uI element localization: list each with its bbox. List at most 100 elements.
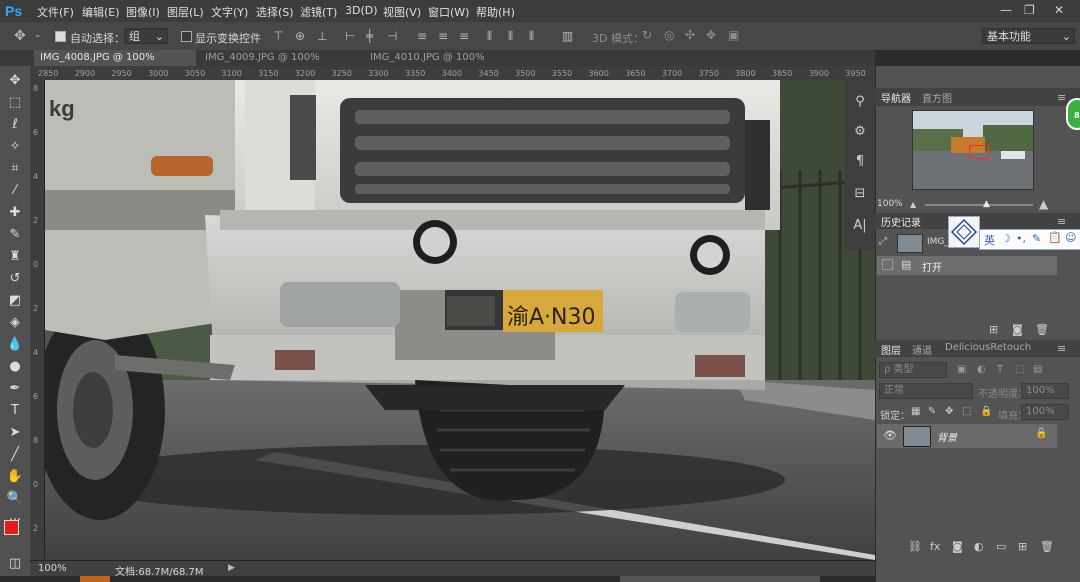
history-brush-icon[interactable]: ↺ (0, 271, 30, 286)
navigator-zoom-slider[interactable] (925, 204, 1033, 206)
menu-window[interactable]: 窗口(W) (428, 4, 469, 20)
auto-align-icon[interactable]: ▥ (562, 29, 573, 43)
lock-image-icon[interactable]: ✎ (928, 406, 936, 417)
restore-button[interactable]: ❐ (1024, 3, 1035, 17)
type-tool-icon[interactable]: T (0, 403, 30, 418)
adjust-icon[interactable]: ⚙ (845, 124, 875, 139)
ime-tool-icon[interactable]: ✎ (1032, 232, 1041, 245)
tab-layers[interactable]: 图层 (881, 342, 901, 357)
filter-adjust-icon[interactable]: ◐ (977, 364, 986, 375)
history-brush-source-icon[interactable]: ⤢ (879, 236, 887, 247)
align-right-icon[interactable]: ⊣ (387, 29, 397, 43)
character-icon[interactable]: A| (845, 218, 875, 233)
lock-position-icon[interactable]: ✥ (945, 406, 953, 417)
distribute-left-icon[interactable]: ⫴ (487, 29, 492, 44)
history-menu-icon[interactable]: ≡ (1057, 215, 1066, 228)
move-tool-icon[interactable]: ✥ (0, 73, 30, 88)
layer-name[interactable]: 背景 (937, 429, 957, 444)
navigator-view-box[interactable] (969, 145, 989, 159)
distribute-bottom-icon[interactable]: ≡ (459, 29, 469, 43)
trash-icon[interactable]: 🗑 (1035, 323, 1049, 336)
distribute-top-icon[interactable]: ≡ (417, 29, 427, 43)
lock-all-icon[interactable]: 🔒 (980, 406, 992, 417)
hand-tool-icon[interactable]: ✋ (0, 469, 30, 484)
performance-badge[interactable]: 80 (1066, 98, 1080, 130)
history-step-open[interactable]: ▤ 打开 (877, 256, 1057, 275)
delete-layer-icon[interactable]: 🗑 (1040, 540, 1054, 553)
filter-smart-icon[interactable]: ▤ (1033, 364, 1042, 375)
blur-tool-icon[interactable]: 💧 (0, 337, 30, 352)
3d-scale-icon[interactable]: ▣ (728, 28, 739, 42)
brush-preset-icon[interactable]: ⚲ (845, 94, 875, 109)
menu-select[interactable]: 选择(S) (256, 4, 294, 20)
3d-pan-icon[interactable]: ✣ (685, 28, 695, 42)
menu-image[interactable]: 图像(I) (126, 4, 160, 20)
ime-clipboard-icon[interactable]: 📋 (1048, 231, 1062, 244)
horizontal-scrollbar[interactable] (0, 576, 875, 582)
new-layer-icon[interactable]: ⊞ (1018, 540, 1027, 553)
distribute-right-icon[interactable]: ⫴ (529, 29, 534, 44)
blend-mode-dropdown[interactable]: 正常 (879, 383, 973, 399)
layer-row-background[interactable]: 👁 背景 🔒 (877, 424, 1057, 448)
3d-slide-icon[interactable]: ✥ (706, 28, 716, 42)
filter-shape-icon[interactable]: ⬚ (1015, 364, 1024, 375)
distribute-hcenter-icon[interactable]: ⫴ (508, 29, 513, 44)
clone-stamp-icon[interactable]: ♜ (0, 249, 30, 264)
line-tool-icon[interactable]: ╱ (0, 447, 30, 462)
align-hcenter-icon[interactable]: ╪ (366, 29, 373, 43)
ime-logo-icon[interactable] (948, 216, 980, 248)
align-bottom-icon[interactable]: ⊥ (317, 29, 327, 43)
show-transform-checkbox[interactable] (181, 31, 192, 42)
tab-delicious-retouch[interactable]: DeliciousRetouch (945, 342, 1031, 353)
adjustment-layer-icon[interactable]: ◐ (974, 540, 984, 553)
paint-bucket-icon[interactable]: ◈ (0, 315, 30, 330)
tab-img-4010[interactable]: IMG_4010.JPG @ 100%(RGB/8*)× (364, 50, 528, 79)
menu-layer[interactable]: 图层(L) (167, 4, 204, 20)
lock-artboard-icon[interactable]: ⬚ (962, 406, 971, 417)
align-top-icon[interactable]: ⊤ (273, 29, 283, 43)
navigator-thumbnail[interactable] (912, 110, 1034, 190)
layer-filter-dropdown[interactable]: ρ 类型 (879, 362, 947, 378)
marquee-tool-icon[interactable]: ⬚ (0, 95, 30, 110)
distribute-vcenter-icon[interactable]: ≡ (438, 29, 448, 43)
camera-icon[interactable]: ◙ (1012, 323, 1023, 336)
tool-preset-chevron-icon[interactable]: ⌄ (34, 30, 42, 40)
magic-wand-icon[interactable]: ✧ (0, 139, 30, 154)
align-vcenter-icon[interactable]: ⊕ (295, 29, 305, 43)
foreground-color-swatch[interactable] (4, 520, 19, 535)
new-group-icon[interactable]: ▭ (996, 540, 1006, 553)
zoom-in-icon[interactable]: ▲ (1039, 197, 1048, 211)
menu-3d[interactable]: 3D(D) (345, 4, 378, 17)
eraser-tool-icon[interactable]: ◩ (0, 293, 30, 308)
zoom-out-icon[interactable]: ▲ (910, 200, 916, 209)
ime-smile-icon[interactable]: ☺ (1065, 231, 1076, 244)
eye-visibility-icon[interactable]: 👁 (883, 429, 897, 442)
dodge-tool-icon[interactable]: ● (0, 359, 30, 374)
tab-navigator[interactable]: 导航器 (881, 90, 911, 105)
filter-pixel-icon[interactable]: ▣ (957, 364, 966, 375)
navigator-menu-icon[interactable]: ≡ (1057, 91, 1066, 104)
eyedropper-tool-icon[interactable]: ⁄ (0, 183, 30, 198)
3d-rotate-icon[interactable]: ↻ (642, 28, 652, 42)
menu-file[interactable]: 文件(F) (37, 4, 74, 20)
opacity-field[interactable]: 100% (1021, 383, 1069, 399)
fill-field[interactable]: 100% (1021, 404, 1069, 420)
lasso-tool-icon[interactable]: ℓ (0, 117, 30, 132)
tab-history[interactable]: 历史记录 (881, 214, 921, 229)
tab-channels[interactable]: 通道 (912, 342, 932, 357)
tab-img-4008[interactable]: IMG_4008.JPG @ 100%(RGB/8*)× (34, 50, 196, 79)
filter-type-icon[interactable]: T (997, 364, 1003, 375)
minimize-button[interactable]: — (1000, 3, 1012, 17)
ime-punct-icon[interactable]: •, (1016, 232, 1026, 245)
tab-img-4009[interactable]: IMG_4009.JPG @ 100%(RGB/8*)× (199, 50, 362, 79)
canvas[interactable]: kg 渝A·N30 (45, 80, 875, 560)
healing-brush-icon[interactable]: ✚ (0, 205, 30, 220)
link-layers-icon[interactable]: ⛓ (908, 540, 922, 553)
layer-mask-icon[interactable]: ◙ (952, 540, 963, 553)
tool-preset-icon[interactable]: ⊟ (845, 186, 875, 201)
menu-view[interactable]: 视图(V) (383, 4, 421, 20)
slider-handle-icon[interactable]: ▲ (983, 199, 990, 209)
scroll-thumb[interactable] (620, 576, 820, 582)
paragraph-icon[interactable]: ¶ (845, 154, 875, 169)
ime-moon-icon[interactable]: ☽ (1001, 232, 1011, 245)
